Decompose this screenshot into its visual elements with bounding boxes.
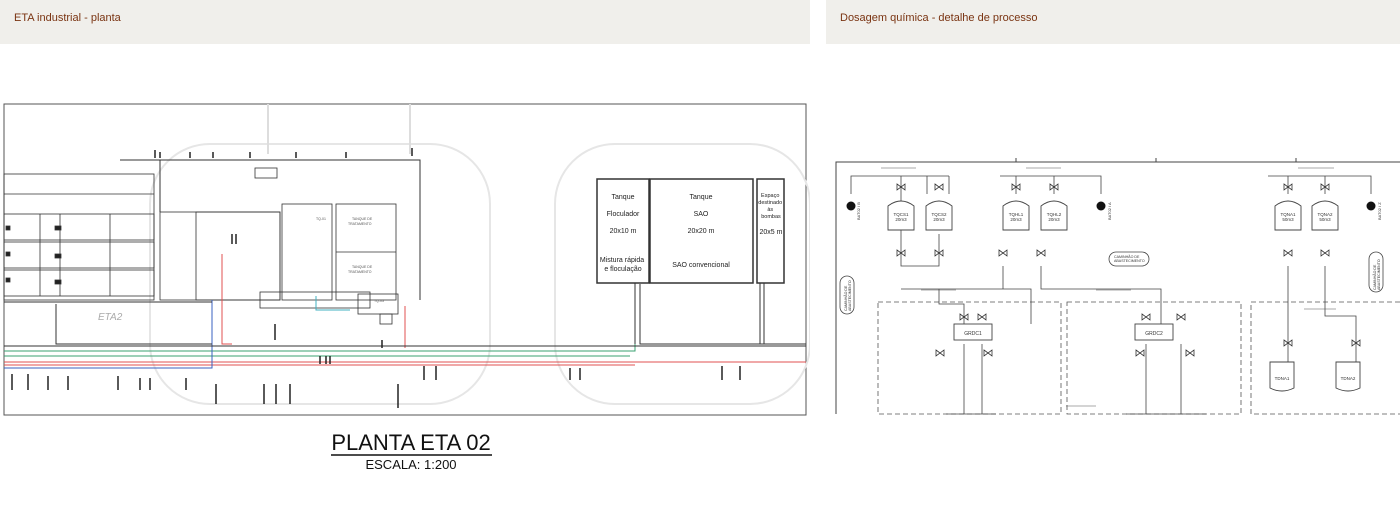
reserved-space-pumps: Espaço destinado às bombas 20x5 m: [756, 178, 785, 284]
pump-label: BAT02 / Z: [1377, 202, 1382, 220]
dosing-unit-label: GRDC1: [964, 331, 982, 337]
pump-icon: [846, 201, 856, 211]
svg-text:TANQUE DE: TANQUE DE: [352, 217, 373, 221]
tank-floculador-note-line: e floculação: [604, 266, 641, 273]
tank-floculador-heading: Tanque: [612, 194, 635, 201]
tank-tqhl2-label: TQHL2 20m3: [1047, 212, 1062, 222]
pump-icon: [1366, 201, 1376, 211]
reserved-space-label-line: Espaço: [761, 193, 779, 199]
reserved-space-label-line: bombas: [761, 214, 781, 220]
tank-label-line: 20m3: [895, 217, 907, 222]
storage-tank-labels: TQCS1 20m3 TQCS2 20m3 TQHL1 20m3 TQHL2 20m3 …: [893, 212, 1333, 222]
tank-label-line: 20m3: [1010, 217, 1022, 222]
panel-title-left[interactable]: ETA industrial - planta: [14, 12, 121, 24]
svg-text:TANQUE DE: TANQUE DE: [352, 265, 373, 269]
panel-eta-plant: ETA industrial - planta TQ-01 TANQUE DE …: [0, 0, 810, 530]
svg-text:TRATAMENTO: TRATAMENTO: [348, 222, 372, 226]
dosing-enclosures: [877, 301, 1400, 415]
panel-header-right: Dosagem química - detalhe de processo: [826, 0, 1400, 44]
tank-floculador: Tanque Floculador 20x10 m Mistura rápida…: [596, 178, 650, 284]
eta-plant-drawing: TQ-01 TANQUE DE TRATAMENTO TANQUE DE TRA…: [3, 103, 810, 472]
dosing-process-drawing: TQCS1 20m3 TQCS2 20m3 TQHL1 20m3 TQHL2 20m3 …: [835, 158, 1400, 415]
pump-label: BAT02 / A: [1107, 202, 1112, 220]
pump-icon: [1096, 201, 1106, 211]
truck-fill-points: CAMINHÃO DEABASTECIMENTO CAMINHÃO DE ABAS…: [839, 251, 1384, 315]
tank-tqhl1-label: TQHL1 20m3: [1009, 212, 1024, 222]
drum-label: TDNA1: [1275, 376, 1290, 381]
tank-floculador-name: Floculador: [607, 211, 640, 218]
svg-text:TRATAMENTO: TRATAMENTO: [348, 270, 372, 274]
reserved-space-size: 20x5 m: [760, 229, 783, 236]
tank-sao: Tanque SAO 20x20 m SAO convencional: [649, 178, 754, 284]
storage-tanks: [887, 200, 1339, 231]
drums: TDNA1 TDNA2: [1269, 361, 1361, 392]
svg-text:TQ-03: TQ-03: [374, 299, 384, 303]
drum-label: TDNA2: [1341, 376, 1356, 381]
truck-label-line: ABASTECIMENTO: [848, 280, 852, 311]
plan-label: ETA2: [98, 312, 123, 323]
pump-label: BAT02 / B: [856, 202, 861, 220]
drawing-frame: [835, 161, 1400, 414]
tank-sao-name: SAO: [694, 211, 709, 218]
reserved-space-label-line: às: [767, 207, 773, 213]
panel-title-right[interactable]: Dosagem química - detalhe de processo: [840, 12, 1038, 24]
drawing-scale: ESCALA: 1:200: [365, 457, 456, 472]
truck-label-line: ABASTECIMENTO: [1377, 259, 1381, 290]
dosing-units: GRDC1 GRDC2: [953, 323, 1174, 341]
svg-text:TQ-01: TQ-01: [316, 217, 326, 221]
panel-header-left: ETA industrial - planta: [0, 0, 810, 44]
reserved-space-label-line: destinado: [758, 200, 782, 206]
panel-chemical-dosing: Dosagem química - detalhe de processo TQ…: [826, 0, 1400, 530]
tank-floculador-note-line: Mistura rápida: [600, 257, 644, 264]
tank-label-line: 50m3: [1319, 217, 1331, 222]
tank-label-line: 20m3: [933, 217, 945, 222]
drawing-title: PLANTA ETA 02: [331, 430, 490, 455]
truck-label-line: ABASTECIMENTO: [1114, 259, 1145, 263]
tank-floculador-size: 20x10 m: [610, 228, 637, 235]
tank-label-line: 20m3: [1048, 217, 1060, 222]
tank-label-line: 50m3: [1282, 217, 1294, 222]
tank-sao-heading: Tanque: [690, 194, 713, 201]
dosing-unit-label: GRDC2: [1145, 331, 1163, 337]
tank-sao-note: SAO convencional: [672, 262, 730, 269]
tank-sao-size: 20x20 m: [688, 228, 715, 235]
